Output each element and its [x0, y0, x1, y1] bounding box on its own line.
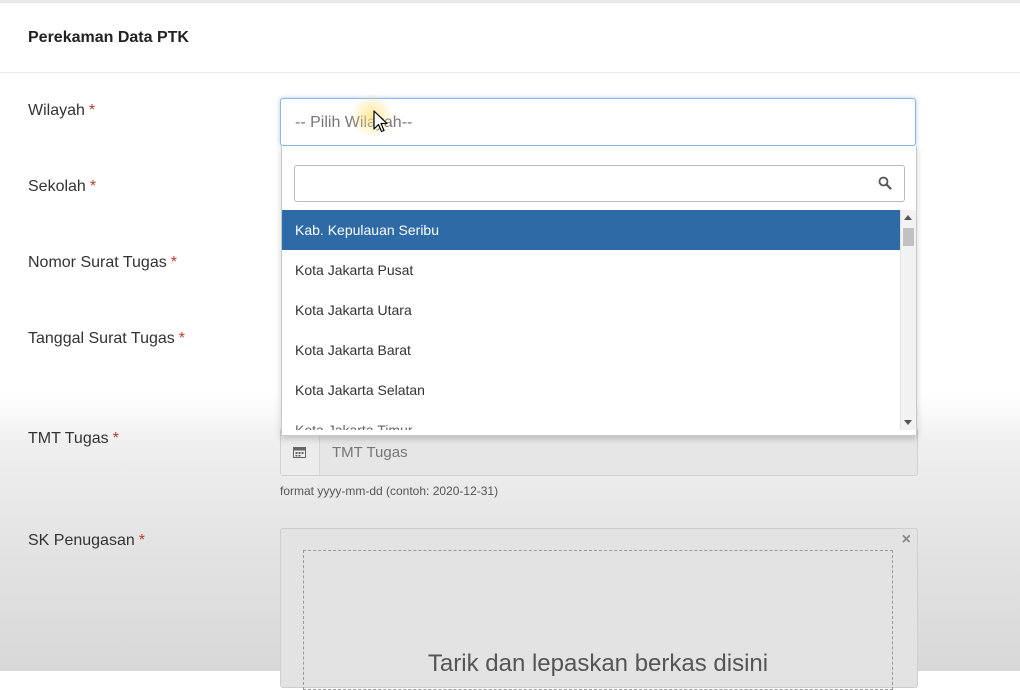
nomor-surat-label: Nomor Surat Tugas * — [28, 254, 177, 272]
sekolah-label: Sekolah * — [28, 178, 96, 196]
sk-penugasan-upload: × Tarik dan lepaskan berkas disini — [280, 528, 918, 690]
dropdown-option[interactable]: Kab. Kepulauan Seribu — [282, 210, 900, 250]
tmt-tugas-label-text: TMT Tugas — [28, 430, 109, 447]
dropdown-option[interactable]: Kota Jakarta Selatan — [282, 370, 900, 410]
wilayah-label-text: Wilayah — [28, 102, 85, 119]
sk-penugasan-label: SK Penugasan * — [28, 532, 145, 550]
wilayah-select[interactable]: -- Pilih Wilayah-- — [280, 98, 916, 146]
required-mark: * — [138, 532, 145, 549]
wilayah-label: Wilayah * — [28, 102, 95, 120]
scrollbar-thumb[interactable] — [903, 228, 914, 246]
dropzone-text: Tarik dan lepaskan berkas disini — [427, 650, 769, 677]
panel-header: Perekaman Data PTK — [0, 4, 1020, 73]
search-icon — [878, 176, 892, 190]
scroll-down-arrow-icon[interactable] — [904, 420, 912, 425]
dropdown-search — [294, 165, 905, 202]
scroll-up-arrow-icon[interactable] — [904, 215, 912, 220]
sekolah-label-text: Sekolah — [28, 178, 86, 195]
dropdown-search-input[interactable] — [295, 166, 875, 201]
wilayah-dropdown: Kab. Kepulauan Seribu Kota Jakarta Pusat… — [281, 146, 917, 436]
required-mark: * — [89, 178, 97, 195]
close-icon[interactable]: × — [902, 531, 911, 549]
dropdown-option[interactable]: Kota Jakarta Timur — [282, 410, 900, 430]
dropdown-option[interactable]: Kota Jakarta Utara — [282, 290, 900, 330]
sk-penugasan-label-text: SK Penugasan — [28, 532, 135, 549]
required-mark: * — [88, 102, 96, 119]
tmt-format-help: format yyyy-mm-dd (contoh: 2020-12-31) — [280, 484, 499, 498]
tanggal-surat-label: Tanggal Surat Tugas * — [28, 330, 185, 348]
dropdown-options: Kab. Kepulauan Seribu Kota Jakarta Pusat… — [282, 210, 900, 430]
top-border — [0, 0, 1020, 3]
dropdown-scrollbar[interactable] — [900, 210, 916, 430]
file-dropzone[interactable]: Tarik dan lepaskan berkas disini — [303, 550, 893, 690]
required-mark: * — [112, 430, 119, 447]
panel-title: Perekaman Data PTK — [28, 29, 189, 46]
tmt-tugas-label: TMT Tugas * — [28, 430, 119, 448]
dropdown-option[interactable]: Kota Jakarta Pusat — [282, 250, 900, 290]
nomor-surat-label-text: Nomor Surat Tugas — [28, 254, 167, 271]
dropdown-option[interactable]: Kota Jakarta Barat — [282, 330, 900, 370]
calendar-icon — [293, 447, 306, 458]
tanggal-surat-label-text: Tanggal Surat Tugas — [28, 330, 175, 347]
required-mark: * — [178, 330, 185, 347]
wilayah-select-placeholder: -- Pilih Wilayah-- — [295, 114, 413, 131]
required-mark: * — [170, 254, 177, 271]
